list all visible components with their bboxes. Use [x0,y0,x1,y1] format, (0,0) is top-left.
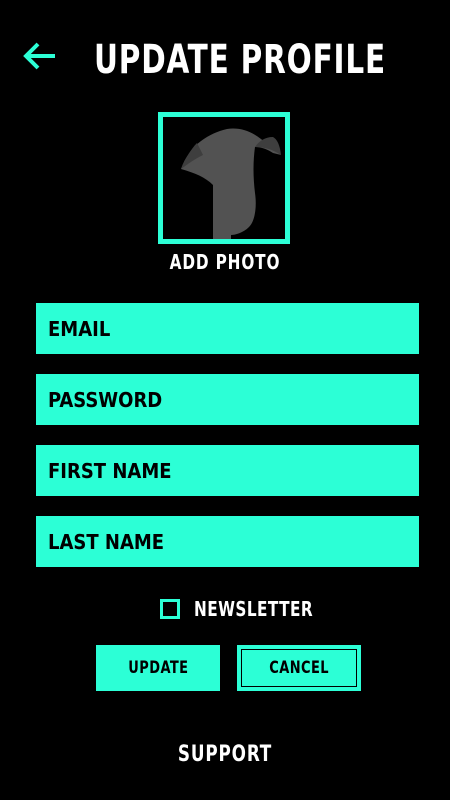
newsletter-checkbox[interactable] [160,599,180,619]
cancel-button[interactable]: CANCEL [237,645,361,691]
cancel-button-label: CANCEL [269,658,329,678]
add-photo-link[interactable]: ADD PHOTO [140,250,310,274]
greyhound-silhouette-icon [181,128,281,239]
update-button[interactable]: UPDATE [96,645,220,691]
first-name-field[interactable] [36,445,419,496]
arrow-left-icon [23,42,55,70]
update-button-label: UPDATE [127,658,189,678]
last-name-field[interactable] [36,516,419,567]
password-field[interactable] [36,374,419,425]
back-button[interactable] [22,40,58,72]
email-field[interactable] [36,303,419,354]
profile-photo-frame[interactable] [158,112,290,244]
support-link[interactable]: SUPPORT [140,742,310,767]
newsletter-option[interactable]: NEWSLETTER [160,596,334,622]
newsletter-label: NEWSLETTER [194,597,314,621]
page-title: UPDATE PROFILE [94,37,386,83]
